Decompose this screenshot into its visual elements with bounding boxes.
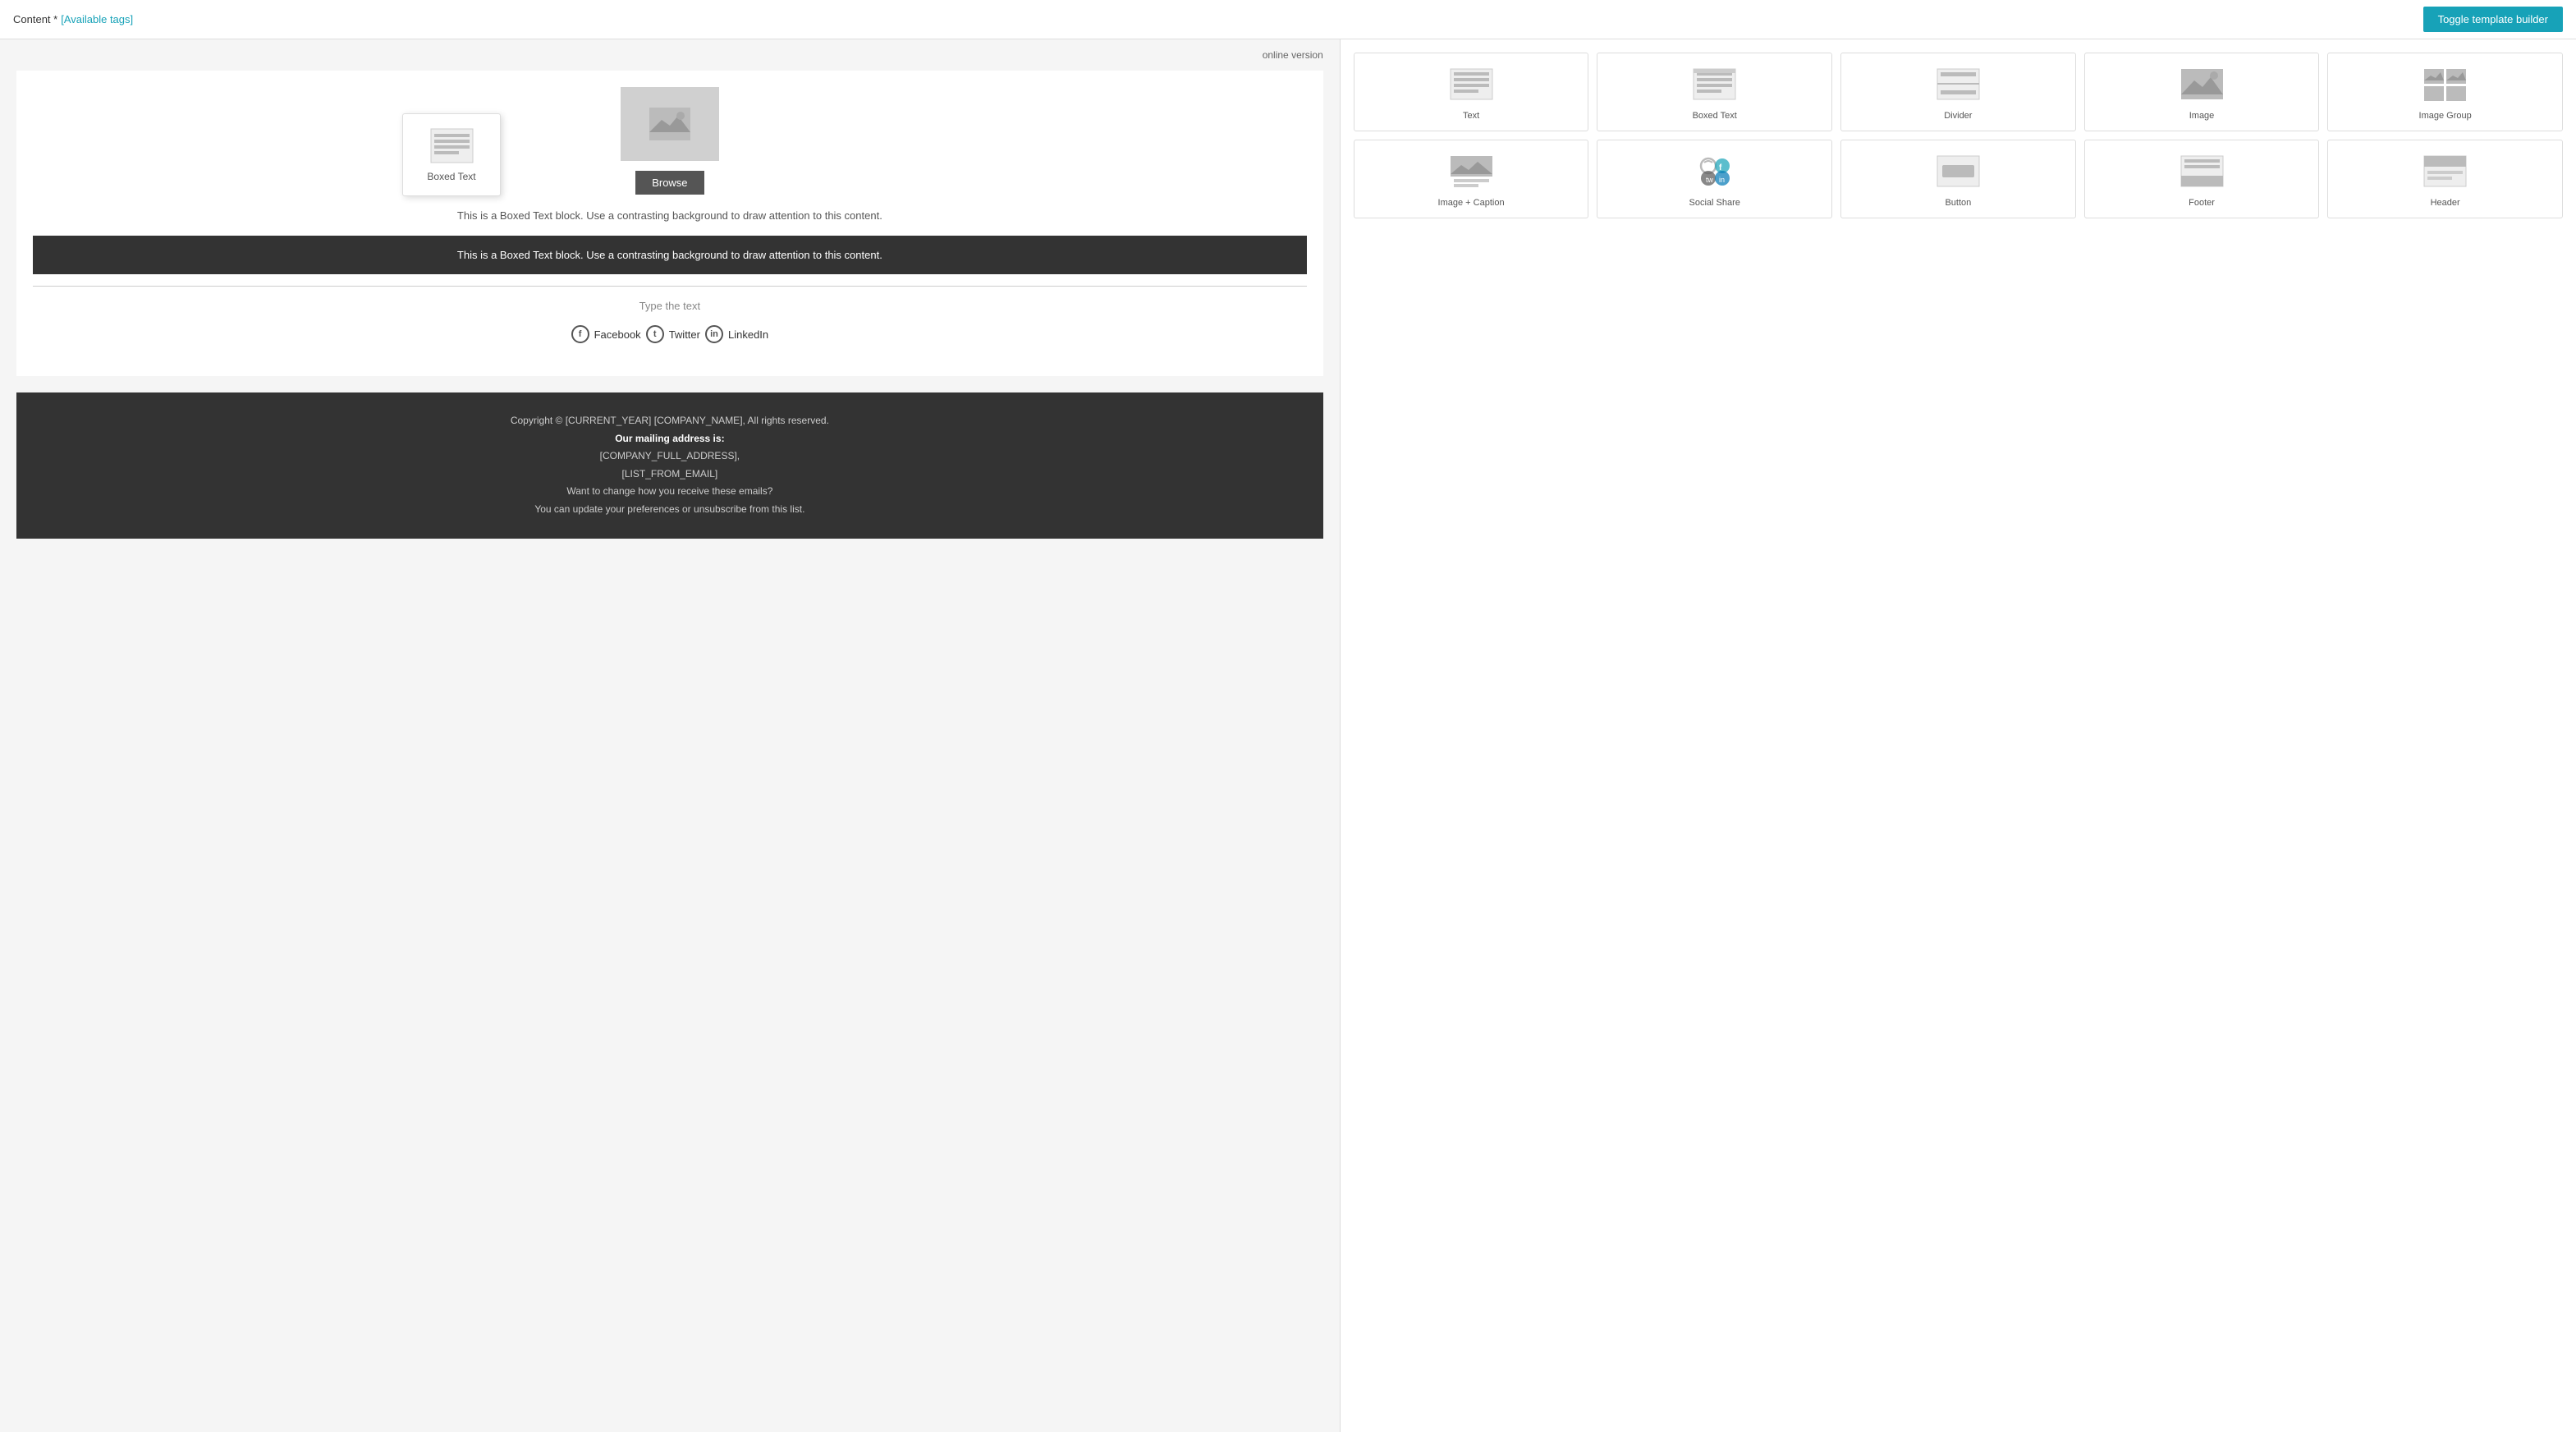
- block-image[interactable]: Image: [2084, 53, 2320, 131]
- block-image-icon: [2177, 63, 2226, 104]
- twitter-label: Twitter: [669, 328, 700, 341]
- facebook-icon: f: [571, 325, 589, 343]
- block-social-share[interactable]: f tw in Social Share: [1597, 140, 1832, 218]
- twitter-icon: t: [646, 325, 664, 343]
- facebook-label: Facebook: [594, 328, 641, 341]
- toggle-template-builder-button[interactable]: Toggle template builder: [2423, 7, 2563, 32]
- block-divider-icon: [1933, 63, 1982, 104]
- template-builder-panel: Text Boxed Text: [1340, 39, 2576, 1432]
- block-button-label: Button: [1848, 198, 2069, 208]
- block-text-label: Text: [1361, 111, 1582, 121]
- svg-text:in: in: [1719, 176, 1725, 184]
- block-social-share-icon: f tw in: [1690, 150, 1739, 191]
- block-image-group-label: Image Group: [2335, 111, 2555, 121]
- image-placeholder: [621, 87, 719, 161]
- footer-mailing-label: Our mailing address is:: [615, 433, 724, 444]
- block-header-label: Header: [2335, 198, 2555, 208]
- linkedin-label: LinkedIn: [728, 328, 768, 341]
- block-text-icon: [1446, 63, 1496, 104]
- online-version-text: online version: [1263, 49, 1323, 61]
- top-bar: Content * [Available tags] Toggle templa…: [0, 0, 2576, 39]
- footer-list-email: [LIST_FROM_EMAIL]: [33, 466, 1307, 484]
- email-dark-box: This is a Boxed Text block. Use a contra…: [33, 236, 1307, 275]
- block-divider-label: Divider: [1848, 111, 2069, 121]
- block-button-icon: [1933, 150, 1982, 191]
- footer-address: [COMPANY_FULL_ADDRESS],: [33, 448, 1307, 466]
- footer-change-text: Want to change how you receive these ema…: [33, 483, 1307, 501]
- block-divider[interactable]: Divider: [1840, 53, 2076, 131]
- block-image-group-icon: [2421, 63, 2470, 104]
- linkedin-icon: in: [705, 325, 723, 343]
- block-footer-label: Footer: [2092, 198, 2312, 208]
- email-light-text: This is a Boxed Text block. Use a contra…: [33, 208, 1307, 224]
- block-footer[interactable]: Footer: [2084, 140, 2320, 218]
- block-boxed-text-icon: [1690, 63, 1739, 104]
- block-boxed-text-label: Boxed Text: [1604, 111, 1825, 121]
- block-boxed-text[interactable]: Boxed Text: [1597, 53, 1832, 131]
- blocks-grid: Text Boxed Text: [1354, 53, 2563, 218]
- email-preview-panel: online version Browse This is a Boxed Te…: [0, 39, 1340, 1432]
- block-footer-icon: [2177, 150, 2226, 191]
- block-header[interactable]: Header: [2327, 140, 2563, 218]
- available-tags-link[interactable]: [Available tags]: [61, 13, 133, 25]
- footer-unsubscribe-text: You can update your preferences or unsub…: [33, 501, 1307, 519]
- block-button[interactable]: Button: [1840, 140, 2076, 218]
- svg-text:tw: tw: [1706, 176, 1714, 184]
- block-header-icon: [2421, 150, 2470, 191]
- type-text-placeholder: Type the text: [33, 300, 1307, 312]
- browse-button[interactable]: Browse: [635, 171, 704, 195]
- block-social-share-label: Social Share: [1604, 198, 1825, 208]
- block-text[interactable]: Text: [1354, 53, 1589, 131]
- email-divider: [33, 286, 1307, 287]
- block-image-caption[interactable]: Image + Caption: [1354, 140, 1589, 218]
- online-version-bar: online version: [0, 39, 1340, 71]
- floating-card-label: Boxed Text: [415, 171, 488, 182]
- email-footer: Copyright © [CURRENT_YEAR] [COMPANY_NAME…: [16, 392, 1323, 539]
- floating-block-card[interactable]: Boxed Text: [402, 113, 501, 196]
- email-content-area: Browse This is a Boxed Text block. Use a…: [16, 71, 1323, 376]
- block-image-caption-icon: [1446, 150, 1496, 191]
- image-placeholder-icon: [649, 108, 690, 140]
- block-image-label: Image: [2092, 111, 2312, 121]
- block-image-group[interactable]: Image Group: [2327, 53, 2563, 131]
- content-label: Content *: [13, 13, 57, 25]
- block-image-caption-label: Image + Caption: [1361, 198, 1582, 208]
- footer-copyright: Copyright © [CURRENT_YEAR] [COMPANY_NAME…: [33, 412, 1307, 430]
- content-label-area: Content * [Available tags]: [13, 13, 133, 25]
- main-layout: online version Browse This is a Boxed Te…: [0, 39, 2576, 1432]
- floating-card-icon: [429, 127, 474, 164]
- social-share-row: f Facebook t Twitter in LinkedIn: [33, 325, 1307, 343]
